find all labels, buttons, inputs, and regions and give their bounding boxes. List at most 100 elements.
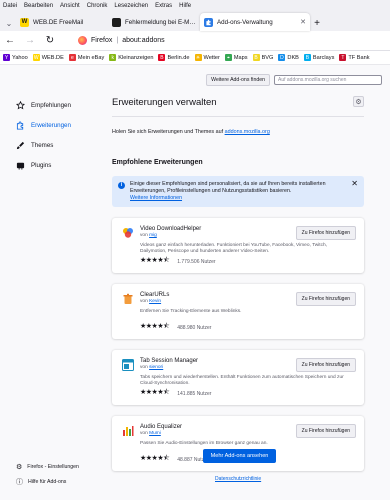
puzzle-icon	[16, 120, 25, 130]
bookmark-item[interactable]: W WEB.DE	[32, 54, 64, 61]
sidebar-item-recommendations[interactable]: Empfehlungen	[16, 95, 96, 115]
menu-hilfe[interactable]: Hilfe	[179, 3, 191, 9]
sidebar-item-themes[interactable]: Themes	[16, 135, 96, 155]
sidebar-item-label: Plugins	[31, 161, 52, 169]
tab-session-manager-icon	[122, 359, 134, 371]
menu-bearbeiten[interactable]: Bearbeiten	[24, 3, 53, 9]
intro-text: Holen Sie sich Erweiterungen und Themes …	[112, 129, 364, 135]
bookmark-favicon-icon: ☀	[194, 54, 202, 61]
addon-description: Tabs speichern und wiederherstellen. Ent…	[140, 375, 344, 387]
bookmark-item[interactable]: ⌖ Maps	[224, 54, 248, 61]
rating-stars: ★★★★⯪	[140, 389, 170, 396]
find-more-addons-button[interactable]: Weitere Add-ons finden	[206, 74, 270, 86]
settings-link-label: Firefox - Einstellungen	[27, 464, 79, 470]
audio-equalizer-icon	[122, 425, 134, 437]
author-prefix: von	[140, 233, 150, 238]
bookmark-item[interactable]: B Berlin.de	[158, 54, 190, 61]
add-to-firefox-button[interactable]: Zu Firefox hinzufügen	[295, 358, 356, 372]
author-link[interactable]: sienori	[149, 365, 163, 370]
bookmark-favicon-icon: e	[68, 54, 76, 61]
tools-gear-icon[interactable]: ⚙	[353, 96, 364, 107]
tab-webde[interactable]: W WEB.DE FreeMail	[16, 13, 108, 31]
sidebar-item-plugins[interactable]: Plugins	[16, 155, 96, 175]
clearurls-icon	[122, 293, 134, 305]
add-to-firefox-button[interactable]: Zu Firefox hinzufügen	[295, 424, 356, 438]
bookmark-item[interactable]: B Barclays	[303, 54, 334, 61]
url-separator: |	[116, 37, 119, 44]
close-tab-icon[interactable]: ✕	[300, 18, 306, 26]
author-link[interactable]: mig	[149, 233, 157, 238]
bookmark-favicon-icon: T	[339, 54, 347, 61]
new-tab-icon[interactable]: +	[310, 15, 324, 31]
addon-stats: ★★★★⯪ 141.885 Nutzer	[140, 388, 211, 399]
amo-search-input[interactable]: Auf addons.mozilla.org suchen	[274, 75, 382, 85]
page-title: Erweiterungen verwalten	[112, 97, 217, 108]
reload-icon[interactable]: ↻	[44, 35, 56, 46]
forward-icon[interactable]: →	[24, 35, 36, 46]
bookmark-item[interactable]: D DKB	[278, 54, 299, 61]
bookmark-label: DKB	[287, 54, 299, 61]
sidebar-addons-help[interactable]: ⓘ Hilfe für Add-ons	[16, 477, 66, 487]
browser-identity-label: Firefox	[91, 37, 113, 44]
firefox-logo-icon	[78, 36, 87, 45]
addon-stats: ★★★★⯪ 48.887 Nutzer	[140, 454, 209, 465]
bookmark-label: WEB.DE	[41, 54, 64, 61]
amo-link[interactable]: addons.mozilla.org	[225, 129, 270, 135]
find-addons-row: Weitere Add-ons finden Auf addons.mozill…	[206, 74, 382, 86]
author-prefix: von	[140, 299, 150, 304]
bookmark-favicon-icon: B	[303, 54, 311, 61]
star-icon	[16, 100, 25, 110]
url-text[interactable]: about:addons	[122, 37, 164, 44]
close-notice-icon[interactable]: ✕	[351, 180, 358, 188]
bookmark-favicon-icon: k	[109, 54, 117, 61]
gear-icon: ⚙	[16, 464, 23, 471]
sidebar-item-label: Themes	[31, 141, 54, 149]
learn-more-link[interactable]: Weitere Informationen	[130, 195, 182, 201]
more-addons-button[interactable]: Mehr Add-ons ansehen	[203, 449, 276, 463]
bookmarks-bar: Y Yahoo W WEB.DE e Mein eBay k Kleinanzeigen B Be…	[0, 51, 390, 65]
sidebar-firefox-settings[interactable]: ⚙ Firefox - Einstellungen	[16, 463, 79, 471]
bookmark-item[interactable]: ☀ Wetter	[194, 54, 220, 61]
addon-description: Passen Sie Audio-Einstellungen im Browse…	[140, 441, 268, 446]
bookmark-item[interactable]: T TF Bank	[339, 54, 370, 61]
bookmark-label: Kleinanzeigen	[118, 54, 154, 61]
category-sidebar: Empfehlungen Erweiterungen Themes Plugin…	[16, 95, 96, 175]
sidebar-item-label: Erweiterungen	[31, 121, 71, 129]
author-link[interactable]: Kevin	[149, 299, 161, 304]
bookmark-item[interactable]: k Kleinanzeigen	[109, 54, 153, 61]
main-panel: Erweiterungen verwalten ⚙ Holen Sie sich…	[112, 96, 364, 471]
addon-description: Videos ganz einfach herunterladen. Funkt…	[140, 243, 328, 255]
menu-lesezeichen[interactable]: Lesezeichen	[114, 3, 148, 9]
back-icon[interactable]: ←	[4, 35, 16, 46]
user-count: 1.779.506 Nutzer	[177, 258, 216, 265]
bookmark-favicon-icon: B	[158, 54, 166, 61]
menu-datei[interactable]: Datei	[3, 3, 17, 9]
title-divider	[112, 116, 364, 117]
tab-addons[interactable]: Add-ons-Verwaltung ✕	[200, 13, 310, 31]
section-title: Empfohlene Erweiterungen	[112, 159, 203, 166]
add-to-firefox-button[interactable]: Zu Firefox hinzufügen	[295, 226, 356, 240]
plugin-icon	[16, 161, 25, 170]
bookmark-item[interactable]: B BVG	[252, 54, 273, 61]
rating-stars: ★★★★⯪	[140, 455, 170, 462]
menu-extras[interactable]: Extras	[155, 3, 172, 9]
sidebar-item-label: Empfehlungen	[31, 101, 71, 109]
bookmark-label: TF Bank	[348, 54, 370, 61]
bookmark-favicon-icon: D	[278, 54, 286, 61]
tab-list-icon[interactable]: ⌄	[2, 15, 16, 31]
add-to-firefox-button[interactable]: Zu Firefox hinzufügen	[295, 292, 356, 306]
user-count: 141.885 Nutzer	[177, 390, 212, 397]
sidebar-item-extensions[interactable]: Erweiterungen	[16, 115, 96, 135]
tab-fehlermeldung[interactable]: Fehlermeldung bei E-Mail auf V	[108, 13, 200, 31]
info-icon: i	[118, 182, 125, 189]
bookmark-item[interactable]: e Mein eBay	[68, 54, 104, 61]
menu-chronik[interactable]: Chronik	[87, 3, 108, 9]
addon-description: Entfernen Sie Tracking-Elemente aus Webl…	[140, 309, 242, 314]
author-link[interactable]: Mumi	[149, 431, 161, 436]
bookmark-item[interactable]: Y Yahoo	[3, 54, 28, 61]
recommended-addon-card: Video DownloadHelper von mig Videos ganz e…	[112, 218, 364, 273]
menu-ansicht[interactable]: Ansicht	[60, 3, 80, 9]
privacy-policy-link[interactable]: Datenschutzrichtlinie	[215, 476, 261, 482]
puzzle-favicon-icon	[204, 17, 213, 27]
url-bar[interactable]: Firefox | about:addons	[64, 33, 386, 48]
